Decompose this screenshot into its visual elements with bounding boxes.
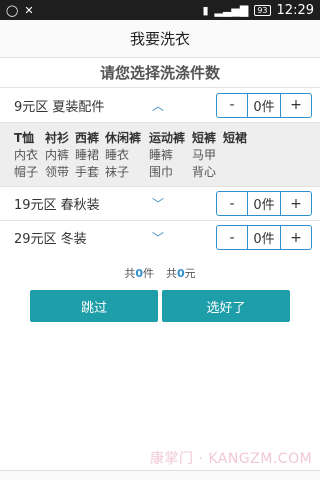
item-label: 西裤 — [75, 131, 100, 145]
item-row: 帽子 领带 手套 袜子 围巾 背心 — [14, 163, 306, 180]
total-count-value: 0 — [135, 267, 143, 280]
chevron-up-icon[interactable]: ︿ — [152, 97, 164, 114]
item-label: 领带 — [45, 165, 70, 179]
section-subtitle: 请您选择洗涤件数 — [0, 58, 320, 88]
zone-label: 29元区 冬装 — [14, 232, 87, 247]
plus-button[interactable]: + — [281, 226, 311, 249]
item-label: 袜子 — [105, 165, 130, 179]
signal-dismiss-icon: ✕ — [24, 3, 34, 17]
item-row: 内衣 内裤 睡裙 睡衣 睡裤 马甲 — [14, 146, 306, 163]
signal-icon: ▂▃▅▇ — [214, 3, 249, 17]
quantity-value: 0件 — [247, 226, 281, 249]
battery-icon: 93 — [254, 4, 271, 16]
watermark: 康掌门 · KANGZM.COM — [150, 451, 313, 467]
total-price-prefix: 共 — [166, 267, 177, 280]
item-label: 睡衣 — [105, 148, 130, 162]
item-label: 睡裤 — [149, 148, 174, 162]
item-label: 睡裙 — [75, 148, 100, 162]
item-label: 衬衫 — [45, 131, 70, 145]
action-bar: 跳过 选好了 — [0, 290, 320, 322]
minus-button[interactable]: - — [217, 192, 247, 215]
vibrate-icon: ▮ — [202, 3, 209, 17]
item-label: T恤 — [14, 131, 35, 145]
item-label: 围巾 — [149, 165, 174, 179]
total-count-prefix: 共 — [124, 267, 136, 280]
item-label: 马甲 — [192, 148, 217, 162]
zone-row-spring-autumn[interactable]: 19元区 春秋装 ﹀ - 0件 + — [0, 186, 320, 220]
quantity-stepper[interactable]: - 0件 + — [216, 92, 312, 118]
summer-items-panel: T恤 衬衫 西裤 休闲裤 运动裤 短裤 短裙 内衣 内裤 睡裙 睡衣 睡裤 马甲… — [0, 122, 320, 186]
plus-button[interactable]: + — [281, 192, 311, 215]
zone-row-winter[interactable]: 29元区 冬装 ﹀ - 0件 + — [0, 220, 320, 254]
item-label: 运动裤 — [149, 131, 186, 145]
item-label: 背心 — [192, 165, 217, 179]
chat-icon: ◯ — [6, 3, 19, 17]
zone-label: 9元区 夏装配件 — [14, 99, 105, 115]
zone-row-summer[interactable]: 9元区 夏装配件 ︿ - 0件 + — [0, 88, 320, 122]
zone-label: 19元区 春秋装 — [14, 198, 100, 213]
quantity-stepper[interactable]: - 0件 + — [216, 191, 312, 216]
item-label: 休闲裤 — [105, 131, 142, 145]
total-price-suffix: 元 — [184, 267, 196, 280]
quantity-stepper[interactable]: - 0件 + — [216, 225, 312, 250]
quantity-value: 0件 — [247, 93, 281, 117]
clock: 12:29 — [276, 2, 314, 18]
status-bar: ◯ ✕ ▮ ▂▃▅▇ 93 12:29 — [0, 0, 320, 20]
minus-button[interactable]: - — [217, 226, 247, 249]
item-label: 手套 — [75, 165, 100, 179]
item-label: 短裙 — [223, 131, 248, 145]
item-label: 短裤 — [192, 131, 217, 145]
page-title: 我要洗衣 — [0, 20, 320, 58]
minus-button[interactable]: - — [217, 94, 247, 117]
total-count: 共0件 — [124, 265, 154, 281]
plus-button[interactable]: + — [281, 94, 311, 117]
quantity-value: 0件 — [247, 192, 281, 215]
item-row-heads: T恤 衬衫 西裤 休闲裤 运动裤 短裤 短裙 — [14, 129, 306, 146]
chevron-down-icon[interactable]: ﹀ — [152, 229, 164, 246]
done-button[interactable]: 选好了 — [162, 290, 290, 322]
total-count-suffix: 件 — [143, 267, 154, 280]
total-price-value: 0 — [177, 267, 185, 280]
skip-button[interactable]: 跳过 — [30, 290, 158, 322]
total-price: 共0元 — [166, 265, 196, 281]
item-label: 内裤 — [45, 148, 70, 162]
order-totals: 共0件 共0元 — [0, 265, 320, 281]
chevron-down-icon[interactable]: ﹀ — [152, 195, 164, 212]
item-label: 内衣 — [14, 148, 39, 162]
item-label: 帽子 — [14, 165, 39, 179]
bottom-edge — [0, 470, 320, 480]
